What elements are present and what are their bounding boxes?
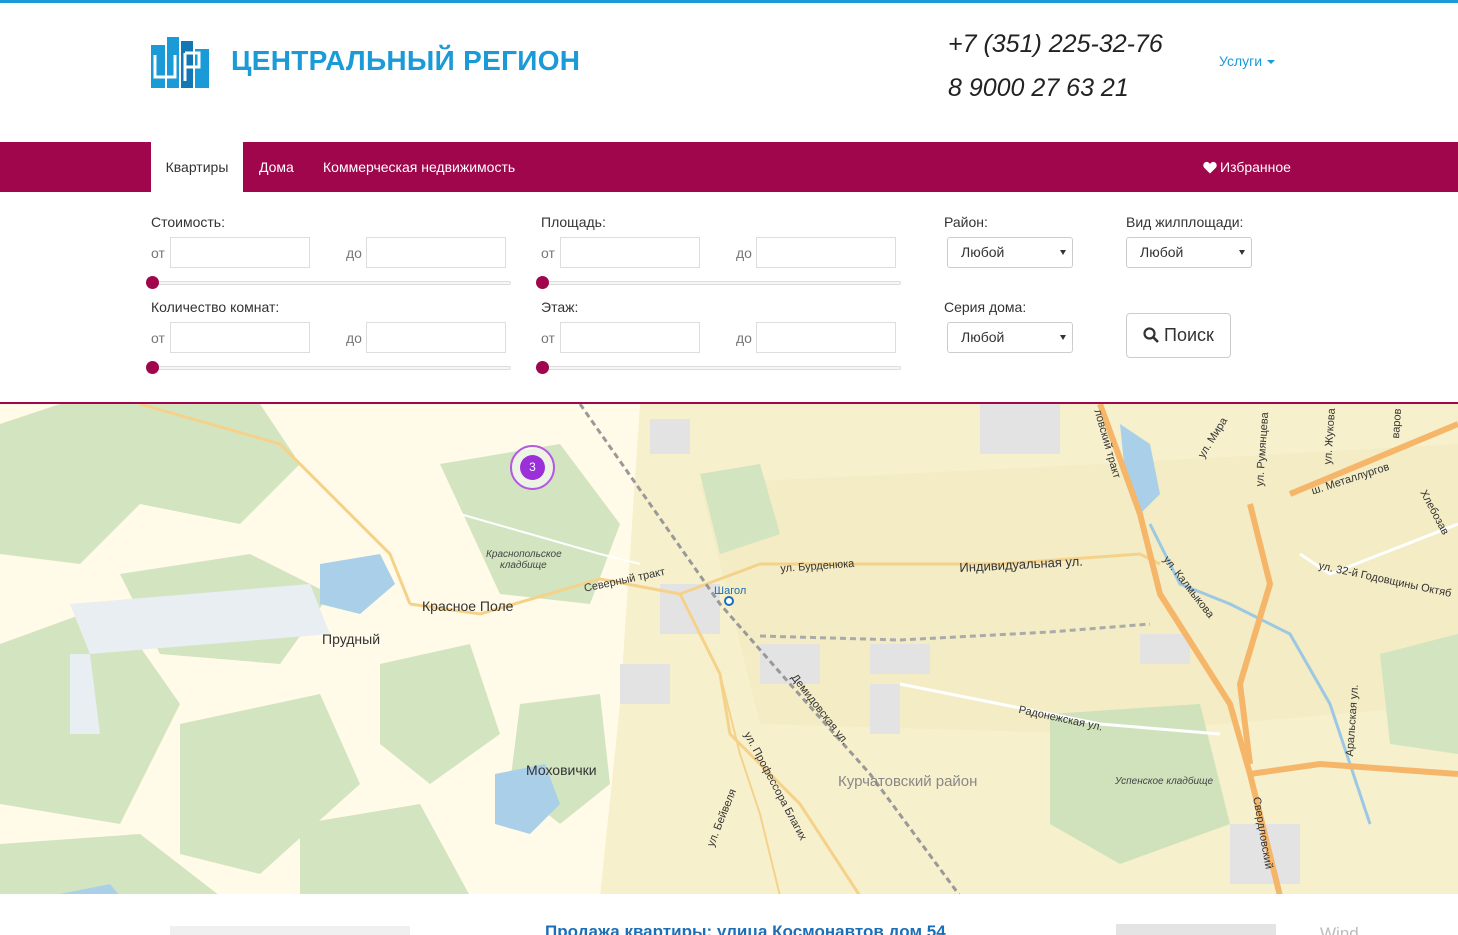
rooms-to-input[interactable] [366,322,506,353]
cost-label: Стоимость: [151,214,225,230]
area-slider-handle[interactable] [536,276,549,289]
listing-faded-text: Wind [1320,924,1359,935]
select-arrow-icon [1239,250,1245,255]
series-select[interactable]: Любой [947,322,1073,353]
rooms-from-label: от [151,330,165,346]
favorites-label: Избранное [1220,159,1291,175]
map-label-uspenskoe: Успенское кладбище [1115,776,1214,787]
rooms-slider-track[interactable] [152,366,511,370]
floor-to-input[interactable] [756,322,896,353]
cost-slider-track[interactable] [152,281,511,285]
area-to-label: до [736,245,752,261]
favorites-link[interactable]: Избранное [1203,142,1291,192]
map-label-cemetery-2: кладбище [500,560,547,571]
search-button-label: Поиск [1164,325,1214,345]
floor-from-label: от [541,330,555,346]
map-label-shagol: Шагол [714,585,747,597]
cost-to-input[interactable] [366,237,506,268]
map-label-kurchatov: Курчатовский район [838,773,978,790]
rooms-from-input[interactable] [170,322,310,353]
floor-from-input[interactable] [560,322,700,353]
main-nav: Квартиры Дома Коммерческая недвижимость … [0,142,1458,192]
floor-slider-handle[interactable] [536,361,549,374]
district-label: Район: [944,214,988,230]
heart-icon [1203,161,1217,174]
map-area[interactable]: Краснопольское кладбище Красное Поле Пру… [0,402,1458,894]
series-select-value: Любой [961,329,1005,345]
housing-type-select-value: Любой [1140,244,1184,260]
area-slider-track[interactable] [542,281,901,285]
map-base-layer [0,404,1458,894]
magnifier-icon [1143,327,1159,343]
floor-to-label: до [736,330,752,346]
housing-type-label: Вид жилплощади: [1126,214,1244,230]
phone-primary[interactable]: +7 (351) 225-32-76 [948,30,1163,59]
cost-slider-handle[interactable] [146,276,159,289]
building-logo-icon[interactable] [151,37,209,88]
area-to-input[interactable] [756,237,896,268]
area-label: Площадь: [541,214,606,230]
district-select[interactable]: Любой [947,237,1073,268]
district-select-value: Любой [961,244,1005,260]
floor-slider-track[interactable] [542,366,901,370]
area-from-label: от [541,245,555,261]
search-button[interactable]: Поиск [1126,313,1231,358]
cost-to-label: до [346,245,362,261]
cost-from-input[interactable] [170,237,310,268]
area-from-input[interactable] [560,237,700,268]
listing-title-link[interactable]: Продажа квартиры: улица Космонавтов дом … [545,922,946,935]
map-label-mokhovichki: Моховички [526,762,597,778]
tab-flats[interactable]: Квартиры [151,142,243,192]
map-label-cemetery-1: Краснопольское [486,549,562,560]
top-accent-bar [0,0,1458,3]
map-cluster-count: 3 [520,455,545,480]
rooms-to-label: до [346,330,362,346]
tab-houses[interactable]: Дома [259,142,294,192]
services-label: Услуги [1219,53,1263,69]
map-label-prudny: Прудный [322,631,381,647]
services-dropdown[interactable]: Услуги [1219,53,1276,69]
map-cluster-marker[interactable]: 3 [510,445,555,490]
series-label: Серия дома: [944,299,1027,315]
map-label-krasnoe-pole: Красное Поле [422,598,514,614]
listing-thumbnail[interactable] [1116,924,1276,935]
caret-down-icon [1267,60,1276,65]
floor-label: Этаж: [541,299,579,315]
housing-type-select[interactable]: Любой [1126,237,1252,268]
tab-commercial[interactable]: Коммерческая недвижимость [323,142,515,192]
select-arrow-icon [1060,335,1066,340]
listing-image-placeholder [170,926,410,935]
map-label-varov: варов [1390,408,1405,439]
phone-secondary[interactable]: 8 9000 27 63 21 [948,74,1129,103]
brand-title[interactable]: ЦЕНТРАЛЬНЫЙ РЕГИОН [231,45,580,77]
select-arrow-icon [1060,250,1066,255]
cost-from-label: от [151,245,165,261]
rooms-label: Количество комнат: [151,299,280,315]
rooms-slider-handle[interactable] [146,361,159,374]
